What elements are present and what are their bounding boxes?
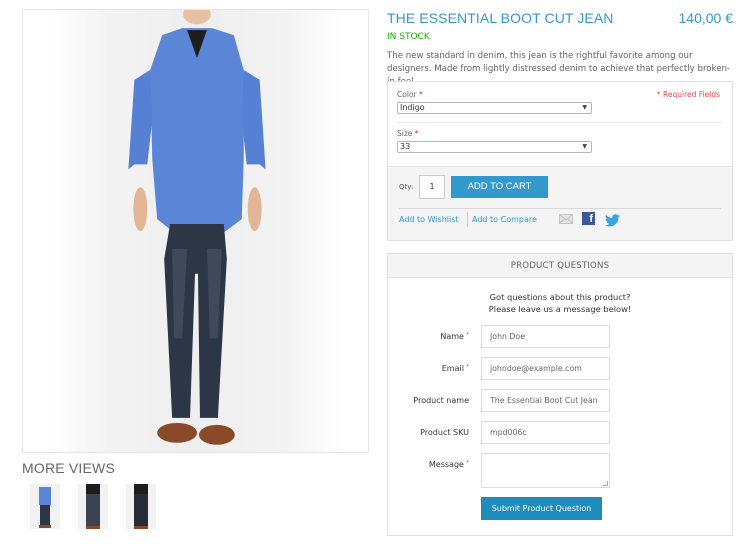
add-to-cart-button[interactable]: ADD TO CART: [451, 176, 548, 198]
thumbnail-list: [30, 484, 156, 529]
twitter-icon[interactable]: [605, 212, 620, 227]
product-questions-header: PRODUCT QUESTIONS: [388, 254, 732, 278]
add-to-cart-box: Qty: 1 ADD TO CART Add to Wishlist Add t…: [387, 166, 733, 241]
thumbnail-front-with-shirt[interactable]: [30, 484, 60, 529]
facebook-icon[interactable]: f: [582, 212, 595, 225]
options-divider: [397, 122, 722, 123]
qty-label: Qty:: [399, 183, 414, 191]
qty-input[interactable]: 1: [419, 175, 445, 199]
color-label: Color *: [397, 90, 423, 99]
size-label: Size *: [397, 129, 419, 138]
email-input[interactable]: johndoe@example.com: [481, 357, 610, 380]
required-fields-note: * Required Fields: [656, 90, 720, 99]
name-label: Name *: [440, 332, 469, 341]
product-sku-input[interactable]: mpd006c: [481, 421, 610, 444]
resize-handle-icon[interactable]: [603, 481, 608, 486]
message-textarea[interactable]: [481, 453, 610, 488]
email-icon[interactable]: [559, 214, 573, 224]
model-figure-image: [128, 10, 266, 445]
message-label: Message *: [428, 460, 469, 469]
cart-divider: [399, 208, 721, 209]
intro-line-2: Please leave us a message below!: [488, 304, 632, 314]
product-options: Color * * Required Fields Indigo ▼ Size …: [387, 81, 733, 166]
intro-line-1: Got questions about this product?: [489, 292, 631, 302]
add-to-compare-link[interactable]: Add to Compare: [472, 215, 537, 224]
add-to-wishlist-link[interactable]: Add to Wishlist: [399, 215, 459, 224]
questions-intro: Got questions about this product? Please…: [388, 291, 732, 315]
chevron-down-icon: ▼: [582, 104, 587, 111]
chevron-down-icon: ▼: [582, 143, 587, 150]
link-separator: [467, 212, 468, 227]
availability-status: IN STOCK: [387, 32, 430, 42]
product-title: THE ESSENTIAL BOOT CUT JEAN: [387, 10, 614, 26]
thumbnail-back-jeans[interactable]: [126, 484, 156, 529]
color-select[interactable]: Indigo ▼: [397, 102, 592, 114]
email-label: Email *: [441, 364, 469, 373]
product-questions-panel: PRODUCT QUESTIONS Got questions about th…: [387, 253, 733, 536]
size-select-value: 33: [400, 142, 411, 151]
product-main-image[interactable]: [22, 9, 369, 453]
size-select[interactable]: 33 ▼: [397, 141, 592, 153]
product-sku-label: Product SKU: [420, 428, 469, 437]
color-select-value: Indigo: [400, 103, 425, 112]
product-price: 140,00 €: [678, 10, 734, 26]
name-input[interactable]: John Doe: [481, 325, 610, 348]
more-views-title: MORE VIEWS: [22, 460, 116, 476]
thumbnail-front-jeans[interactable]: [78, 484, 108, 529]
product-name-label: Product name: [413, 396, 469, 405]
product-name-input[interactable]: The Essential Boot Cut Jean: [481, 389, 610, 412]
submit-question-button[interactable]: Submit Product Question: [481, 497, 602, 520]
